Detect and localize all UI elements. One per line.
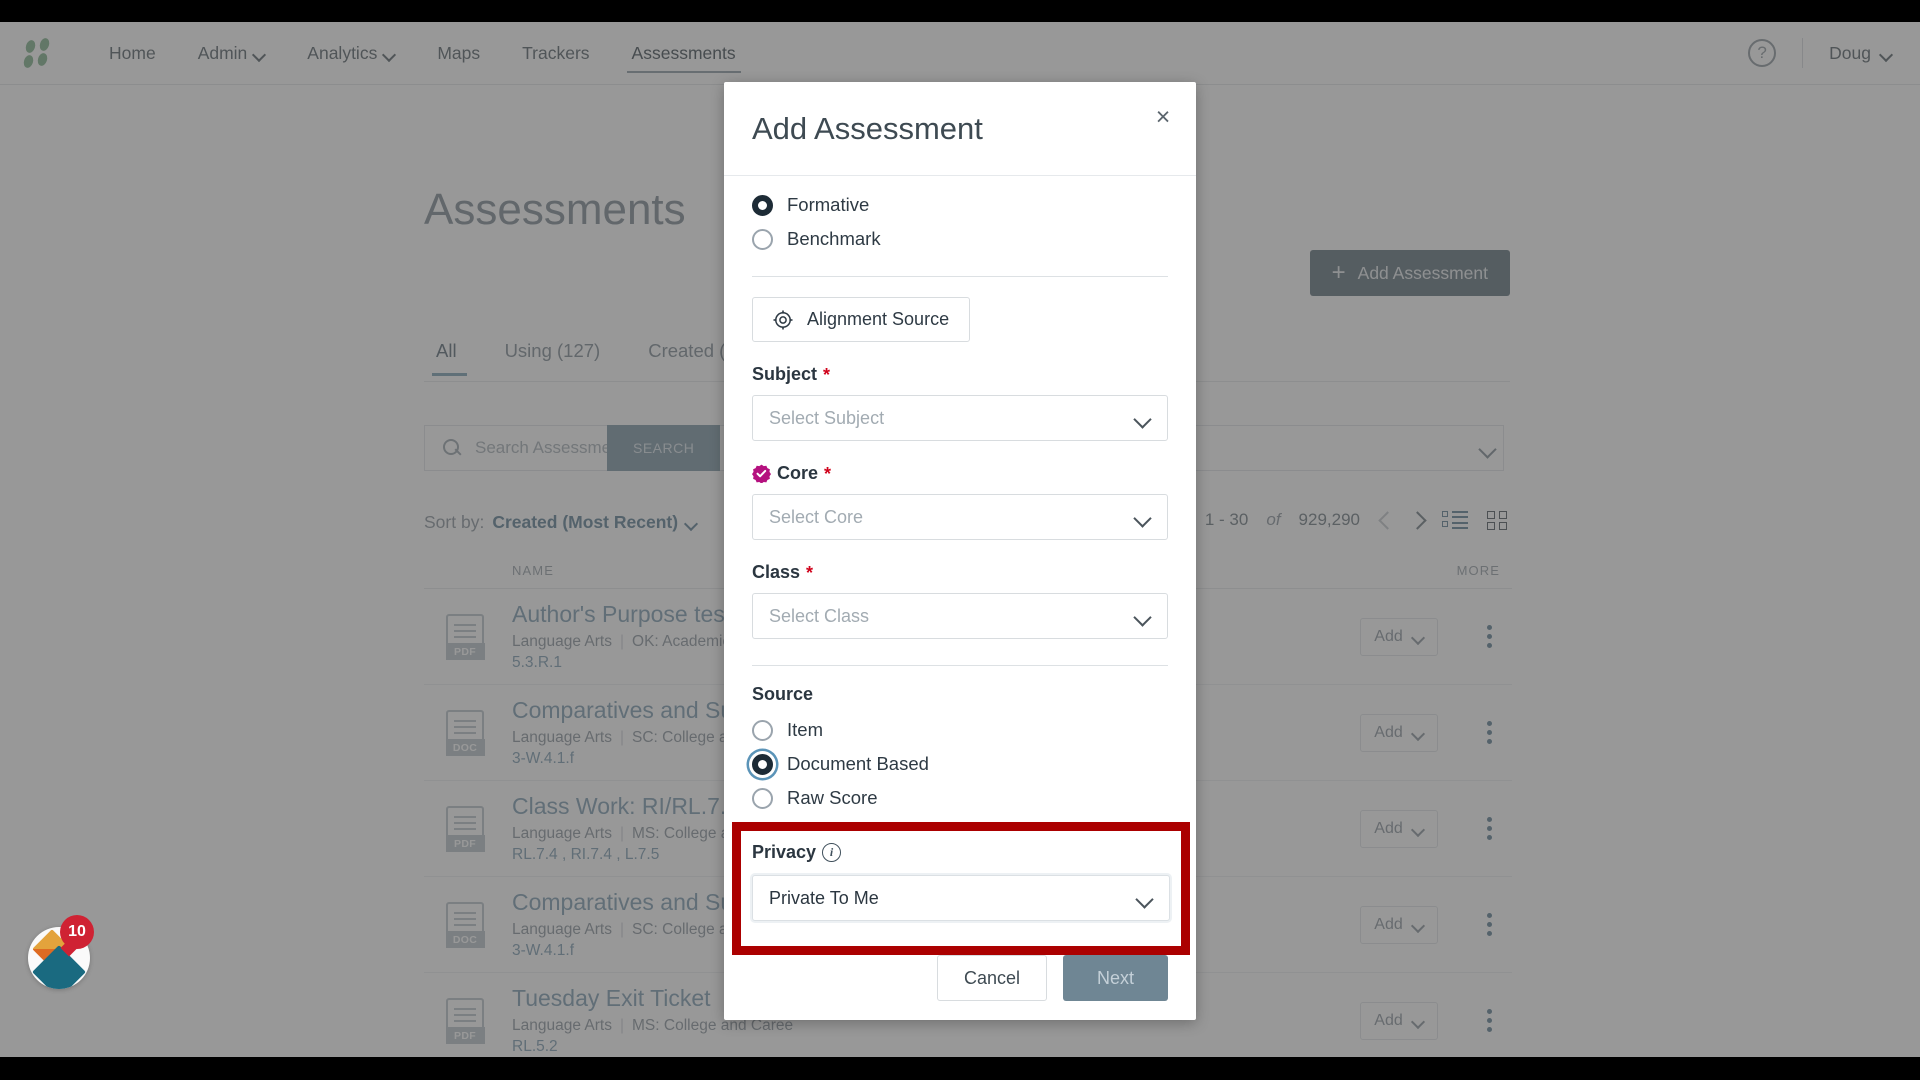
core-select[interactable]: Select Core	[752, 494, 1168, 540]
target-icon	[773, 310, 793, 329]
class-select[interactable]: Select Class	[752, 593, 1168, 639]
radio-icon	[752, 228, 773, 250]
required-asterisk: *	[824, 463, 832, 484]
radio-label: Formative	[787, 194, 870, 215]
radio-icon	[752, 787, 773, 809]
privacy-value: Private To Me	[769, 887, 879, 908]
alignment-source-button[interactable]: Alignment Source	[752, 297, 971, 342]
class-label-text: Class	[752, 562, 801, 582]
chevron-down-icon	[1135, 413, 1151, 423]
privacy-select[interactable]: Private To Me	[752, 875, 1170, 921]
radio-raw-score[interactable]: Raw Score	[752, 781, 1168, 815]
subject-placeholder: Select Subject	[769, 407, 885, 428]
modal-header: Add Assessment ×	[724, 82, 1196, 176]
radio-icon-selected	[752, 753, 773, 775]
letterbox-bottom	[0, 1057, 1920, 1080]
radio-label: Document Based	[787, 753, 929, 774]
letterbox-top	[0, 0, 1920, 22]
radio-icon-selected	[752, 194, 773, 216]
radio-document-based[interactable]: Document Based	[752, 747, 1168, 781]
core-field-label: Core *	[752, 463, 1168, 484]
radio-item[interactable]: Item	[752, 713, 1168, 747]
core-placeholder: Select Core	[769, 506, 864, 527]
radio-icon	[752, 719, 773, 741]
chevron-down-icon	[1137, 893, 1153, 903]
chevron-down-icon	[1135, 512, 1151, 522]
required-asterisk: *	[823, 364, 831, 385]
subject-field-label: Subject *	[752, 364, 1168, 385]
core-label-text: Core	[777, 463, 819, 483]
source-section-label: Source	[752, 684, 814, 704]
radio-benchmark[interactable]: Benchmark	[752, 222, 1168, 256]
close-icon[interactable]: ×	[1150, 104, 1176, 130]
info-icon[interactable]: i	[822, 843, 842, 862]
subject-select[interactable]: Select Subject	[752, 395, 1168, 441]
class-field-label: Class *	[752, 562, 1168, 583]
radio-label: Raw Score	[787, 787, 878, 808]
radio-label: Benchmark	[787, 228, 881, 249]
subject-label-text: Subject	[752, 364, 818, 384]
class-placeholder: Select Class	[769, 605, 870, 626]
chevron-down-icon	[1135, 611, 1151, 621]
privacy-label-text: Privacy	[752, 842, 817, 862]
privacy-field-label: Privacy i	[752, 842, 1170, 863]
notification-badge[interactable]: 10	[60, 915, 94, 949]
required-asterisk: *	[806, 562, 814, 583]
divider	[752, 276, 1168, 277]
radio-formative[interactable]: Formative	[752, 188, 1168, 222]
next-button: Next	[1062, 955, 1168, 1001]
core-verified-badge-icon	[752, 464, 771, 483]
modal-footer: Cancel Next	[724, 936, 1196, 1020]
modal-title: Add Assessment	[752, 110, 983, 146]
alignment-source-label: Alignment Source	[807, 309, 950, 329]
modal-body: Formative Benchmark Alignment Source Sub…	[724, 176, 1196, 936]
cancel-button[interactable]: Cancel	[936, 955, 1047, 1001]
privacy-field-group: Privacy i Private To Me	[752, 842, 1170, 921]
divider	[752, 665, 1168, 666]
radio-label: Item	[787, 719, 823, 740]
app-viewport: Home Admin Analytics Maps Trackers Ass	[0, 22, 1920, 1057]
